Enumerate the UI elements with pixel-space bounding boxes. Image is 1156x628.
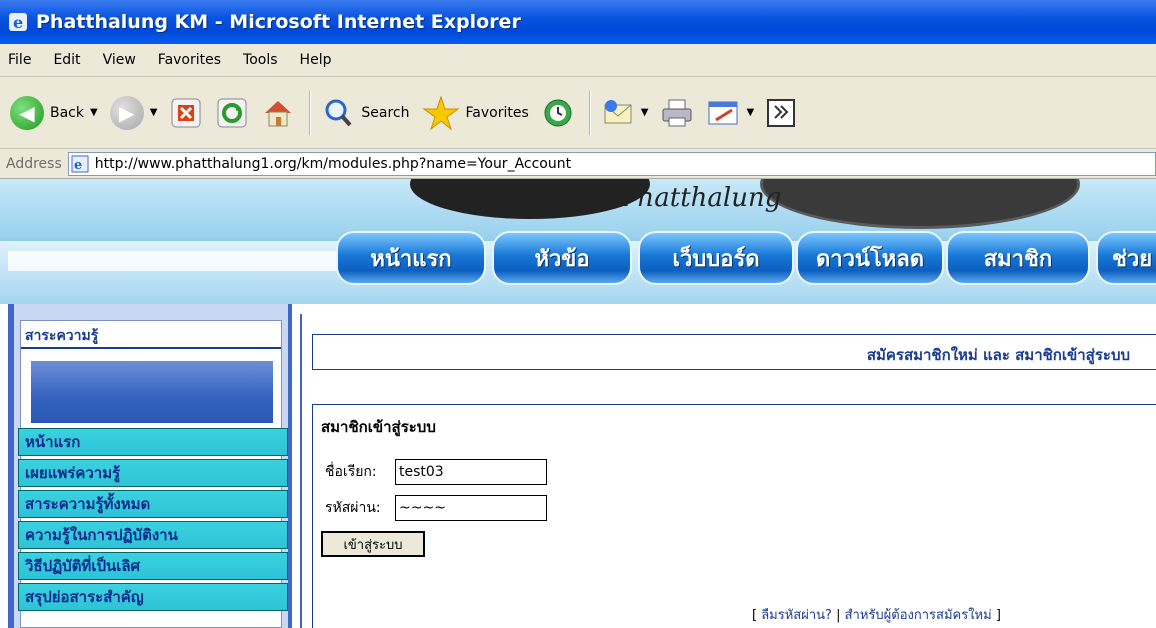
menu-edit[interactable]: Edit: [53, 52, 80, 68]
sidebar-item-summary[interactable]: สรุปย่อสาระสำคัญ: [18, 583, 288, 611]
forward-button[interactable]: ▶ ▼: [106, 89, 162, 137]
username-input[interactable]: [395, 459, 547, 485]
nav-tab-members[interactable]: สมาชิก: [946, 231, 1090, 285]
forward-arrow-icon: ▶: [109, 95, 144, 130]
print-button[interactable]: [656, 89, 698, 137]
history-button[interactable]: [537, 89, 579, 137]
address-label: Address: [6, 155, 62, 172]
menu-view[interactable]: View: [103, 52, 136, 68]
menu-favorites[interactable]: Favorites: [158, 52, 221, 68]
page-icon: e: [71, 155, 89, 173]
account-links: [ ลืมรหัสผ่าน? | สำหรับผู้ต้องการสมัครให…: [752, 604, 1001, 625]
banner-decoration: [410, 179, 650, 219]
site-banner: Phatthalung หน้าแรก หัวข้อ เว็บบอร์ด ดาว…: [0, 179, 1156, 304]
svg-text:e: e: [74, 158, 82, 173]
login-button[interactable]: เข้าสู่ระบบ: [321, 531, 425, 557]
research-button[interactable]: [762, 89, 800, 137]
title-bar: e Phatthalung KM - Microsoft Internet Ex…: [0, 0, 1156, 44]
edit-button[interactable]: ▼: [702, 89, 758, 137]
password-label: รหัสผ่าน:: [325, 500, 381, 516]
bracket-open: [: [752, 608, 758, 623]
printer-icon: [662, 99, 692, 126]
back-label: Back: [50, 104, 84, 121]
main-content: สมัครสมาชิกใหม่ และ สมาชิกเข้าสู่ระบบ สม…: [300, 304, 1156, 628]
research-icon: [767, 98, 796, 127]
register-box: สมัครสมาชิกใหม่ และ สมาชิกเข้าสู่ระบบ: [312, 334, 1156, 370]
edit-dropdown-icon[interactable]: ▼: [746, 107, 754, 118]
sidebar-item-publish[interactable]: เผยแพร่ความรู้: [18, 459, 288, 487]
sidebar-divider: [21, 347, 281, 349]
mail-dropdown-icon[interactable]: ▼: [641, 107, 649, 118]
stop-button[interactable]: [165, 89, 207, 137]
back-arrow-icon: ◀: [10, 95, 44, 130]
content-border: [300, 314, 302, 628]
menu-file[interactable]: File: [8, 52, 31, 68]
address-input[interactable]: e http://www.phatthalung1.org/km/modules…: [67, 151, 1156, 176]
sidebar-item-best-practice[interactable]: วิธีปฏิบัติที่เป็นเลิศ: [18, 552, 288, 580]
toolbar: ◀ Back ▼ ▶ ▼ Search Favorites ▼ ▼: [0, 77, 1156, 149]
banner-highlight: [8, 251, 348, 271]
sidebar-item-work-knowledge[interactable]: ความรู้ในการปฏิบัติงาน: [18, 521, 288, 549]
sidebar-banner-image: [31, 361, 273, 423]
search-button[interactable]: Search: [317, 89, 413, 137]
mail-icon: [604, 99, 632, 123]
banner-decoration: [760, 179, 1080, 229]
back-button[interactable]: ◀ Back ▼: [6, 89, 102, 137]
forward-dropdown-icon[interactable]: ▼: [150, 107, 158, 118]
favorites-label: Favorites: [465, 104, 529, 121]
sidebar-item-home[interactable]: หน้าแรก: [18, 428, 288, 456]
password-input[interactable]: [395, 495, 547, 521]
history-icon: [544, 99, 572, 126]
username-row: ชื่อเรียก:: [325, 459, 547, 485]
menu-bar: File Edit View Favorites Tools Help: [0, 44, 1156, 77]
toolbar-separator: [588, 90, 591, 135]
nav-tab-home[interactable]: หน้าแรก: [336, 231, 486, 285]
left-sidebar: สาระความรู้ หน้าแรก เผยแพร่ความรู้ สาระค…: [8, 304, 292, 628]
address-url: http://www.phatthalung1.org/km/modules.p…: [94, 155, 572, 172]
home-icon: [265, 100, 292, 126]
back-dropdown-icon[interactable]: ▼: [90, 107, 98, 118]
home-button[interactable]: [257, 89, 299, 137]
menu-tools[interactable]: Tools: [243, 52, 278, 68]
search-icon: [325, 99, 352, 126]
menu-help[interactable]: Help: [300, 52, 332, 68]
nav-tab-help[interactable]: ช่วย: [1096, 231, 1156, 285]
nav-tab-topics[interactable]: หัวข้อ: [492, 231, 632, 285]
toolbar-separator: [309, 90, 312, 135]
favorites-button[interactable]: Favorites: [418, 89, 533, 137]
ie-icon: e: [9, 13, 27, 32]
refresh-button[interactable]: [211, 89, 253, 137]
edit-page-icon: [708, 101, 738, 124]
login-heading: สมาชิกเข้าสู่ระบบ: [321, 418, 436, 436]
search-label: Search: [361, 104, 410, 121]
star-icon: [421, 94, 460, 130]
link-separator: |: [836, 608, 841, 623]
bracket-close: ]: [995, 608, 1001, 623]
password-row: รหัสผ่าน:: [325, 495, 547, 521]
forgot-password-link[interactable]: ลืมรหัสผ่าน?: [761, 608, 832, 623]
mail-button[interactable]: ▼: [597, 89, 653, 137]
login-box: สมาชิกเข้าสู่ระบบ ชื่อเรียก: รหัสผ่าน: เ…: [312, 404, 1156, 628]
svg-text:e: e: [13, 13, 23, 32]
address-bar: Address e http://www.phatthalung1.org/km…: [0, 149, 1156, 179]
sidebar-title: สาระความรู้: [25, 328, 99, 344]
stop-icon: [171, 98, 201, 127]
sidebar-border: [8, 304, 14, 628]
new-register-link[interactable]: สำหรับผู้ต้องการสมัครใหม่: [845, 608, 992, 623]
username-label: ชื่อเรียก:: [325, 464, 377, 480]
web-page: Phatthalung หน้าแรก หัวข้อ เว็บบอร์ด ดาว…: [0, 179, 1156, 628]
register-heading: สมัครสมาชิกใหม่ และ สมาชิกเข้าสู่ระบบ: [866, 346, 1130, 364]
refresh-icon: [217, 98, 247, 127]
site-logo-text: Phatthalung: [620, 183, 782, 213]
nav-tab-webboard[interactable]: เว็บบอร์ด: [638, 231, 794, 285]
nav-tab-download[interactable]: ดาวน์โหลด: [796, 231, 944, 285]
window-title: Phatthalung KM - Microsoft Internet Expl…: [36, 11, 521, 33]
sidebar-item-all-knowledge[interactable]: สาระความรู้ทั้งหมด: [18, 490, 288, 518]
